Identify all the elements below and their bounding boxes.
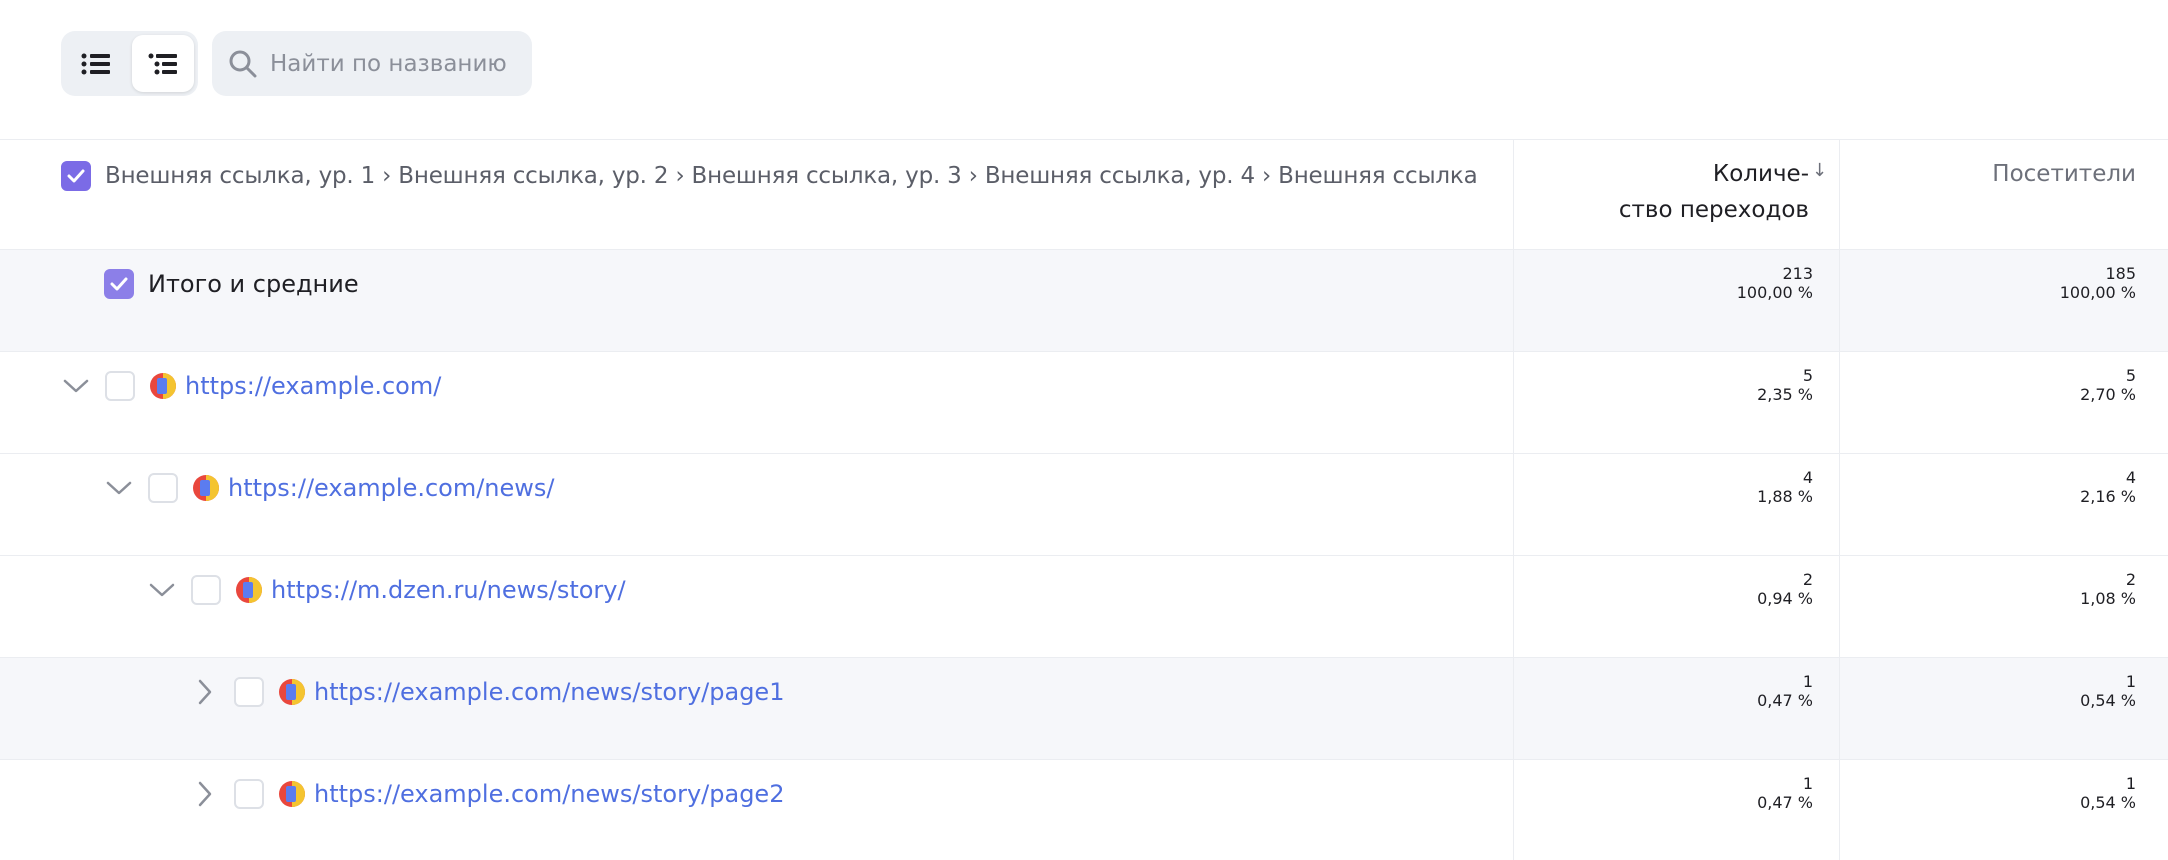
row-name-cell: https://example.com/news/story/page1 <box>188 674 784 710</box>
select-all-checkbox[interactable] <box>61 161 91 191</box>
row-link[interactable]: https://example.com/news/story/page1 <box>314 678 784 706</box>
table-row: https://example.com/news/story/page1 1 0… <box>0 658 2168 760</box>
row-visits-cell: 1 0,47 % <box>1513 774 1813 812</box>
table-row: https://example.com/news/story/page2 1 0… <box>0 760 2168 860</box>
row-link[interactable]: https://example.com/news/ <box>228 474 555 502</box>
collapse-chevron[interactable] <box>59 369 93 403</box>
dimension-path-label[interactable]: Внешняя ссылка, ур. 1 › Внешняя ссылка, … <box>105 163 1478 189</box>
row-visitors-value: 4 <box>2125 468 2136 487</box>
row-name-cell: https://example.com/news/ <box>102 470 555 506</box>
favicon-icon <box>193 475 219 501</box>
favicon-icon <box>236 577 262 603</box>
chevron-down-icon <box>106 481 132 495</box>
check-icon <box>67 169 85 183</box>
favicon-icon <box>150 373 176 399</box>
row-visits-value: 2 <box>1802 570 1813 589</box>
column-header-visits[interactable]: Количе- ство переходов <box>1513 156 1809 228</box>
chevron-down-icon <box>149 583 175 597</box>
row-visits-percent: 1,88 % <box>1757 487 1813 506</box>
row-visits-percent: 0,94 % <box>1757 589 1813 608</box>
row-name-cell: https://m.dzen.ru/news/story/ <box>145 572 626 608</box>
row-visitors-percent: 2,16 % <box>2080 487 2136 506</box>
row-visits-value: 1 <box>1802 774 1813 793</box>
view-toggle <box>61 31 198 96</box>
check-icon <box>110 277 128 291</box>
row-visitors-value: 5 <box>2125 366 2136 385</box>
row-visits-percent: 0,47 % <box>1757 691 1813 710</box>
total-checkbox[interactable] <box>104 269 134 299</box>
tree-view-button[interactable] <box>131 35 194 92</box>
row-visitors-cell: 2 1,08 % <box>1839 570 2136 608</box>
total-name-cell: Итого и средние <box>104 266 359 302</box>
row-visitors-percent: 0,54 % <box>2080 691 2136 710</box>
table-header: Внешняя ссылка, ур. 1 › Внешняя ссылка, … <box>0 139 2168 250</box>
row-visitors-value: 1 <box>2125 672 2136 691</box>
collapse-chevron[interactable] <box>102 471 136 505</box>
total-visitors-value: 185 <box>2105 264 2136 283</box>
total-visits-cell: 213 100,00 % <box>1513 264 1813 302</box>
row-visitors-cell: 1 0,54 % <box>1839 774 2136 812</box>
table-row: https://example.com/ 5 2,35 % 5 2,70 % <box>0 352 2168 454</box>
total-visits-value: 213 <box>1782 264 1813 283</box>
total-visitors-percent: 100,00 % <box>2059 283 2136 302</box>
row-name-cell: https://example.com/news/story/page2 <box>188 776 784 812</box>
row-checkbox[interactable] <box>148 473 178 503</box>
row-visits-value: 4 <box>1802 468 1813 487</box>
row-visitors-cell: 4 2,16 % <box>1839 468 2136 506</box>
row-visitors-percent: 1,08 % <box>2080 589 2136 608</box>
total-label: Итого и средние <box>148 270 359 298</box>
table-row: https://example.com/news/ 4 1,88 % 4 2,1… <box>0 454 2168 556</box>
row-checkbox[interactable] <box>234 677 264 707</box>
row-visits-cell: 1 0,47 % <box>1513 672 1813 710</box>
row-link[interactable]: https://m.dzen.ru/news/story/ <box>271 576 626 604</box>
row-checkbox[interactable] <box>234 779 264 809</box>
column-header-visits-line2: ство переходов <box>1618 197 1809 223</box>
row-checkbox[interactable] <box>105 371 135 401</box>
column-header-visits-line1: Количе- <box>1712 161 1809 187</box>
row-checkbox[interactable] <box>191 575 221 605</box>
row-visits-percent: 0,47 % <box>1757 793 1813 812</box>
row-visitors-percent: 0,54 % <box>2080 793 2136 812</box>
header-dimension-cell: Внешняя ссылка, ур. 1 › Внешняя ссылка, … <box>61 158 1478 194</box>
total-visits-percent: 100,00 % <box>1736 283 1813 302</box>
row-visitors-percent: 2,70 % <box>2080 385 2136 404</box>
row-visits-cell: 2 0,94 % <box>1513 570 1813 608</box>
row-link[interactable]: https://example.com/news/story/page2 <box>314 780 784 808</box>
expand-chevron[interactable] <box>188 777 222 811</box>
search-icon <box>229 50 257 77</box>
row-visitors-value: 1 <box>2125 774 2136 793</box>
row-link[interactable]: https://example.com/ <box>185 372 441 400</box>
search-box <box>212 31 532 96</box>
tree-list-icon <box>148 53 177 74</box>
expand-chevron[interactable] <box>188 675 222 709</box>
list-icon <box>81 53 111 74</box>
favicon-icon <box>279 781 305 807</box>
row-name-cell: https://example.com/ <box>59 368 441 404</box>
chevron-right-icon <box>198 781 212 807</box>
chevron-down-icon <box>63 379 89 393</box>
table-row: https://m.dzen.ru/news/story/ 2 0,94 % 2… <box>0 556 2168 658</box>
total-visitors-cell: 185 100,00 % <box>1839 264 2136 302</box>
row-visitors-value: 2 <box>2125 570 2136 589</box>
report-table: Внешняя ссылка, ур. 1 › Внешняя ссылка, … <box>0 139 2168 860</box>
row-visitors-cell: 1 0,54 % <box>1839 672 2136 710</box>
row-visits-value: 1 <box>1802 672 1813 691</box>
toolbar <box>61 31 532 96</box>
flat-list-view-button[interactable] <box>65 35 128 92</box>
row-visits-cell: 4 1,88 % <box>1513 468 1813 506</box>
search-input[interactable] <box>270 50 520 77</box>
column-header-visitors[interactable]: Посетители <box>1839 156 2136 192</box>
row-visits-percent: 2,35 % <box>1757 385 1813 404</box>
sort-desc-icon[interactable]: ↓ <box>1812 160 1827 181</box>
row-visitors-cell: 5 2,70 % <box>1839 366 2136 404</box>
total-row: Итого и средние 213 100,00 % 185 100,00 … <box>0 250 2168 352</box>
row-visits-cell: 5 2,35 % <box>1513 366 1813 404</box>
collapse-chevron[interactable] <box>145 573 179 607</box>
row-visits-value: 5 <box>1802 366 1813 385</box>
chevron-right-icon <box>198 679 212 705</box>
favicon-icon <box>279 679 305 705</box>
